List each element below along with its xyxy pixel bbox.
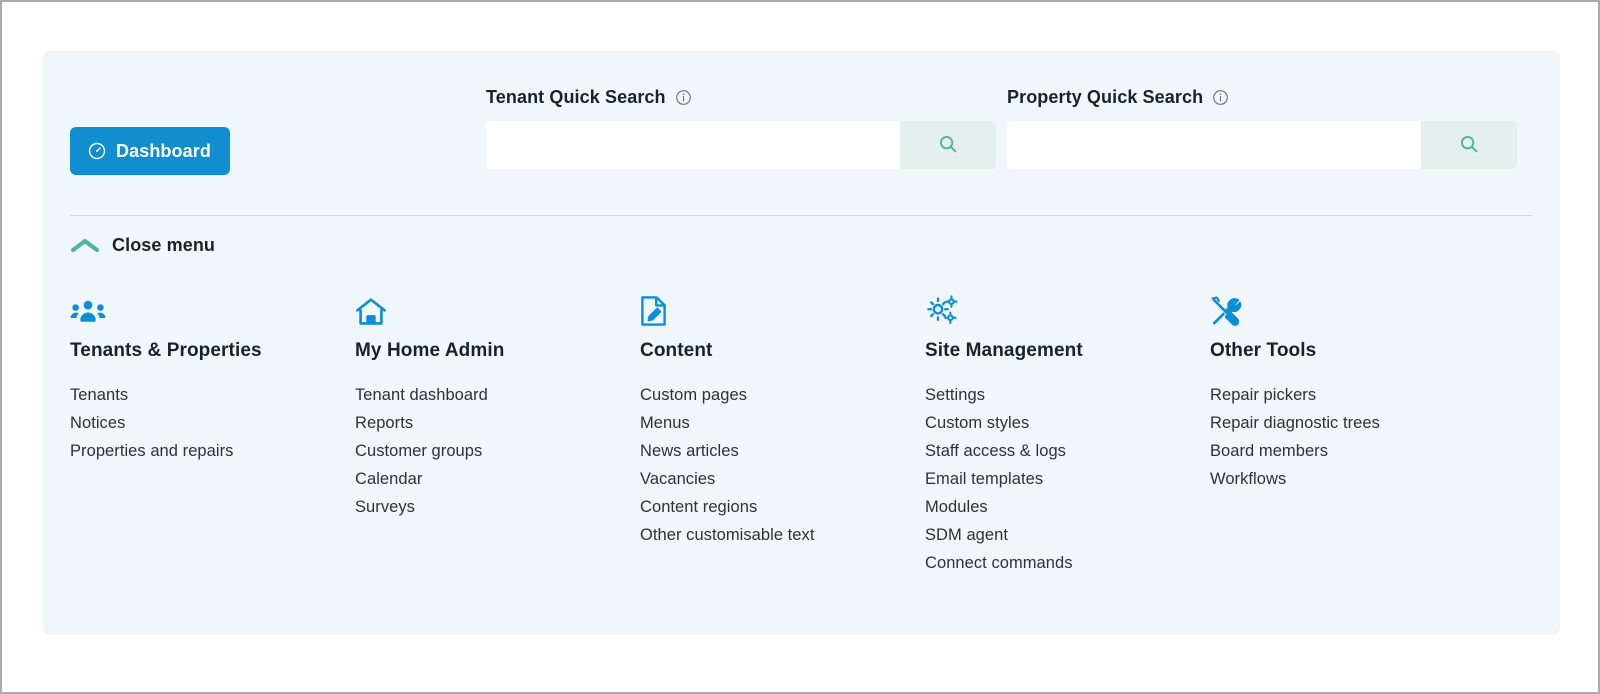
property-quick-search-group: [1007, 121, 1517, 169]
menu-link-surveys[interactable]: Surveys: [355, 493, 640, 521]
menu-link-connect-commands[interactable]: Connect commands: [925, 549, 1210, 577]
tenant-quick-search-label-row: Tenant Quick Search: [486, 87, 996, 108]
menu-column-other-tools: Other Tools Repair pickers Repair diagno…: [1210, 291, 1495, 577]
dashboard-button-label: Dashboard: [116, 140, 211, 161]
home-icon: [355, 291, 640, 327]
tools-icon: [1210, 291, 1495, 327]
menu-column-links: Tenants Notices Properties and repairs: [70, 381, 355, 465]
menu-link-properties-and-repairs[interactable]: Properties and repairs: [70, 437, 355, 465]
page-root: Dashboard Tenant Quick Search Property Q…: [0, 0, 1600, 694]
menu-column-title: My Home Admin: [355, 340, 505, 361]
menu-link-customer-groups[interactable]: Customer groups: [355, 437, 640, 465]
menu-link-reports[interactable]: Reports: [355, 409, 640, 437]
menu-column-title: Other Tools: [1210, 340, 1317, 361]
menu-link-email-templates[interactable]: Email templates: [925, 465, 1210, 493]
tenant-quick-search-label: Tenant Quick Search: [486, 87, 666, 107]
search-icon: [1458, 133, 1480, 158]
tenant-search-button[interactable]: [900, 121, 996, 169]
info-circle-icon[interactable]: [1212, 89, 1229, 106]
close-menu-button[interactable]: Close menu: [70, 235, 215, 256]
menu-column-content: Content Custom pages Menus News articles…: [640, 291, 925, 577]
menu-link-workflows[interactable]: Workflows: [1210, 465, 1495, 493]
property-quick-search-label-row: Property Quick Search: [1007, 87, 1517, 108]
menu-link-modules[interactable]: Modules: [925, 493, 1210, 521]
gears-icon: [925, 291, 1210, 327]
property-search-input[interactable]: [1007, 121, 1421, 169]
menu-link-repair-pickers[interactable]: Repair pickers: [1210, 381, 1495, 409]
info-circle-icon[interactable]: [675, 89, 692, 106]
mega-menu-top-row: Dashboard Tenant Quick Search Property Q…: [43, 51, 1560, 211]
search-icon: [937, 133, 959, 158]
menu-column-title: Tenants & Properties: [70, 340, 262, 361]
close-menu-label: Close menu: [112, 235, 216, 255]
tenant-quick-search-group: [486, 121, 996, 169]
document-edit-icon: [640, 291, 925, 327]
menu-column-my-home-admin: My Home Admin Tenant dashboard Reports C…: [355, 291, 640, 577]
menu-link-settings[interactable]: Settings: [925, 381, 1210, 409]
mega-menu-columns: Tenants & Properties Tenants Notices Pro…: [70, 291, 1540, 577]
property-search-button[interactable]: [1421, 121, 1517, 169]
gauge-icon: [87, 141, 107, 161]
menu-link-other-customisable-text[interactable]: Other customisable text: [640, 521, 925, 549]
property-quick-search-block: Property Quick Search: [1007, 87, 1517, 169]
section-divider: [70, 215, 1533, 216]
menu-link-custom-pages[interactable]: Custom pages: [640, 381, 925, 409]
menu-link-notices[interactable]: Notices: [70, 409, 355, 437]
menu-link-sdm-agent[interactable]: SDM agent: [925, 521, 1210, 549]
menu-link-content-regions[interactable]: Content regions: [640, 493, 925, 521]
menu-link-menus[interactable]: Menus: [640, 409, 925, 437]
menu-link-tenants[interactable]: Tenants: [70, 381, 355, 409]
menu-column-links: Repair pickers Repair diagnostic trees B…: [1210, 381, 1495, 493]
property-quick-search-label: Property Quick Search: [1007, 87, 1204, 107]
mega-menu-panel: Dashboard Tenant Quick Search Property Q…: [43, 51, 1560, 635]
menu-link-custom-styles[interactable]: Custom styles: [925, 409, 1210, 437]
menu-column-title: Content: [640, 340, 713, 361]
menu-column-title: Site Management: [925, 340, 1083, 361]
menu-link-repair-diagnostic-trees[interactable]: Repair diagnostic trees: [1210, 409, 1495, 437]
menu-column-links: Custom pages Menus News articles Vacanci…: [640, 381, 925, 549]
menu-column-links: Settings Custom styles Staff access & lo…: [925, 381, 1210, 577]
menu-link-board-members[interactable]: Board members: [1210, 437, 1495, 465]
people-group-icon: [70, 291, 355, 327]
menu-column-tenants-properties: Tenants & Properties Tenants Notices Pro…: [70, 291, 355, 577]
dashboard-button[interactable]: Dashboard: [70, 127, 230, 175]
menu-link-staff-access-logs[interactable]: Staff access & logs: [925, 437, 1210, 465]
menu-link-calendar[interactable]: Calendar: [355, 465, 640, 493]
chevron-up-icon: [70, 237, 100, 255]
menu-column-site-management: Site Management Settings Custom styles S…: [925, 291, 1210, 577]
tenant-quick-search-block: Tenant Quick Search: [486, 87, 996, 169]
menu-link-tenant-dashboard[interactable]: Tenant dashboard: [355, 381, 640, 409]
menu-link-news-articles[interactable]: News articles: [640, 437, 925, 465]
tenant-search-input[interactable]: [486, 121, 900, 169]
menu-link-vacancies[interactable]: Vacancies: [640, 465, 925, 493]
menu-column-links: Tenant dashboard Reports Customer groups…: [355, 381, 640, 521]
